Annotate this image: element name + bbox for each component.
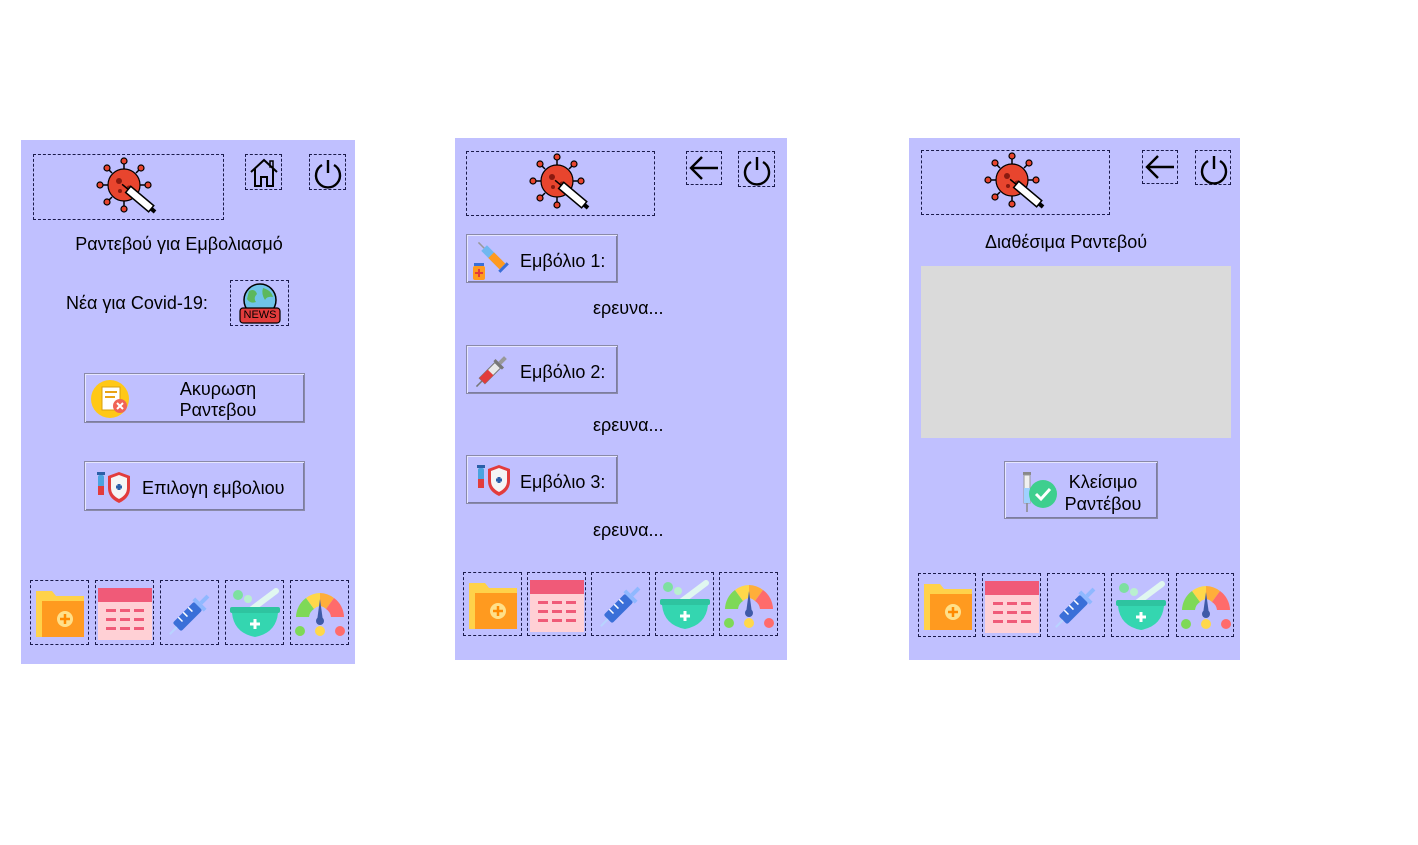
syringe-icon xyxy=(169,594,210,635)
screen-vaccine-list: Εμβόλιο 1: ερευνα... Εμβόλιο 2: ερευνα..… xyxy=(455,138,787,660)
virus-syringe-logo-icon xyxy=(529,153,590,210)
virus-syringe-logo-icon xyxy=(984,152,1045,209)
nav-gauge-button[interactable] xyxy=(719,572,778,636)
vaccine-shield-icon xyxy=(477,465,510,496)
choose-vaccine-button[interactable]: Επιλογη εμβολιου xyxy=(84,461,305,511)
power-icon xyxy=(314,160,342,189)
choose-vaccine-label: Επιλογη εμβολιου xyxy=(142,478,285,498)
vaccine-3-button[interactable]: Εμβόλιο 3: xyxy=(466,455,618,504)
cancel-label-line1: Ακυρωση xyxy=(179,379,257,399)
gauge-icon xyxy=(295,593,345,636)
nav-folder-button[interactable] xyxy=(30,580,89,645)
logo-box xyxy=(921,150,1110,215)
nav-pharmacy-button[interactable] xyxy=(655,572,714,636)
power-icon xyxy=(1200,156,1228,185)
calendar-icon xyxy=(98,588,152,640)
vaccine-3-status: ερευνα... xyxy=(593,520,664,540)
cancel-appointment-button[interactable]: Ακυρωση Ραντεβου xyxy=(84,373,305,423)
nav-calendar-button[interactable] xyxy=(95,580,154,645)
nav-syringe-button[interactable] xyxy=(591,572,650,636)
calendar-icon xyxy=(985,581,1039,633)
page-title: Διαθέσιμα Ραντεβού xyxy=(984,232,1148,252)
news-icon-label: NEWS xyxy=(243,309,277,321)
mortar-pestle-icon xyxy=(230,588,280,637)
folder-add-icon xyxy=(36,591,84,637)
back-button[interactable] xyxy=(686,151,722,185)
syringe-check-icon xyxy=(1023,472,1057,512)
vaccine-2-status: ερευνα... xyxy=(593,415,664,435)
home-button[interactable] xyxy=(245,154,282,190)
vaccine-shield-icon xyxy=(97,472,130,503)
screen-appointment-menu: Ραντεβού για Εμβολιασμό Νέα για Covid-19… xyxy=(21,140,355,664)
nav-calendar-button[interactable] xyxy=(527,572,586,636)
vaccine-vial-icon xyxy=(473,241,509,280)
arrow-left-icon xyxy=(689,156,718,180)
cancel-label-line2: Ραντεβου xyxy=(179,400,257,420)
vaccine-2-label: Εμβόλιο 2: xyxy=(520,362,606,382)
syringe-icon xyxy=(1055,587,1096,628)
calendar-icon xyxy=(530,580,584,632)
nav-folder-button[interactable] xyxy=(918,573,976,637)
syringe-icon xyxy=(475,356,507,388)
nav-syringe-button[interactable] xyxy=(160,580,219,645)
screen-available-appointments: Διαθέσιμα Ραντεβού Κλείσιμο Ραντέβου xyxy=(909,138,1240,660)
logo-box xyxy=(466,151,655,216)
nav-pharmacy-button[interactable] xyxy=(1111,573,1169,637)
folder-add-icon xyxy=(469,583,517,629)
news-label: Νέα για Covid-19: xyxy=(66,293,208,313)
book-label-line2: Ραντέβου xyxy=(1064,494,1142,514)
news-button[interactable]: NEWS xyxy=(230,280,289,326)
syringe-icon xyxy=(600,586,641,627)
nav-pharmacy-button[interactable] xyxy=(225,580,284,645)
vaccine-2-button[interactable]: Εμβόλιο 2: xyxy=(466,345,618,394)
home-icon xyxy=(250,158,278,187)
page-title: Ραντεβού για Εμβολιασμό xyxy=(75,234,283,254)
vaccine-1-label: Εμβόλιο 1: xyxy=(520,251,606,271)
appointments-list[interactable] xyxy=(921,266,1231,438)
back-button[interactable] xyxy=(1142,150,1178,184)
nav-folder-button[interactable] xyxy=(463,572,522,636)
document-cancel-icon xyxy=(91,380,129,418)
virus-syringe-logo-icon xyxy=(96,157,157,214)
book-label-line1: Κλείσιμο xyxy=(1068,472,1138,492)
vaccine-1-button[interactable]: Εμβόλιο 1: xyxy=(466,234,618,283)
vaccine-1-status: ερευνα... xyxy=(593,298,664,318)
power-icon xyxy=(743,157,771,186)
nav-gauge-button[interactable] xyxy=(290,580,349,645)
nav-calendar-button[interactable] xyxy=(982,573,1041,637)
book-appointment-button[interactable]: Κλείσιμο Ραντέβου xyxy=(1004,461,1158,519)
nav-gauge-button[interactable] xyxy=(1176,573,1234,637)
gauge-icon xyxy=(724,585,774,628)
power-button[interactable] xyxy=(1195,150,1231,185)
vaccine-3-label: Εμβόλιο 3: xyxy=(520,472,606,492)
nav-syringe-button[interactable] xyxy=(1047,573,1105,637)
folder-add-icon xyxy=(924,584,972,630)
power-button[interactable] xyxy=(738,151,775,187)
mortar-pestle-icon xyxy=(1116,581,1166,630)
gauge-icon xyxy=(1181,586,1231,629)
logo-box xyxy=(33,154,224,220)
arrow-left-icon xyxy=(1145,155,1174,179)
mortar-pestle-icon xyxy=(660,580,710,629)
power-button[interactable] xyxy=(309,154,346,190)
